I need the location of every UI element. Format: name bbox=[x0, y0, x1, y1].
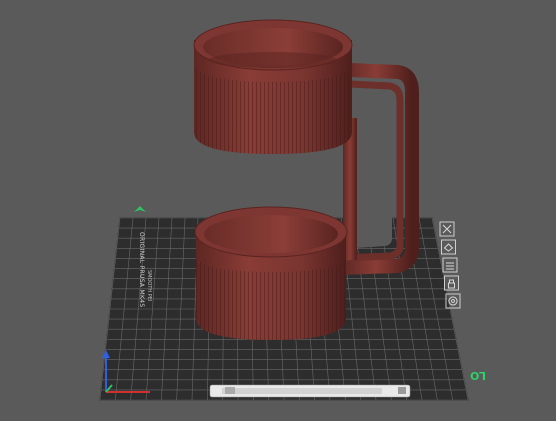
view-icon[interactable] bbox=[441, 239, 456, 255]
lower-mug-opening bbox=[204, 215, 338, 253]
bed-sheet-tab-notch bbox=[398, 387, 406, 394]
close-icon-glyph bbox=[442, 224, 452, 234]
lock-icon-glyph bbox=[448, 279, 455, 289]
3d-viewport[interactable]: ORIGINAL PRUSA MK4S SMOOTH PEI LO bbox=[0, 0, 556, 417]
layer-icon[interactable] bbox=[442, 257, 458, 273]
layer-icon-glyph bbox=[446, 262, 454, 270]
view-icon-glyph bbox=[443, 243, 454, 252]
bed-label-printer: ORIGINAL PRUSA MK4S bbox=[138, 232, 145, 307]
bed-sheet-tab-inner bbox=[222, 388, 382, 394]
bed-label-surface: SMOOTH PEI bbox=[146, 270, 152, 301]
origin-marker-icon bbox=[134, 206, 146, 212]
gear-icon-glyph bbox=[448, 296, 458, 306]
bed-badge-lo: LO bbox=[470, 369, 486, 382]
scene-canvas[interactable]: ORIGINAL PRUSA MK4S SMOOTH PEI LO bbox=[0, 0, 556, 417]
bed-left-notch bbox=[225, 387, 235, 394]
upper-mug-inner-floor bbox=[209, 52, 337, 68]
mug-handle-hole bbox=[356, 96, 392, 248]
